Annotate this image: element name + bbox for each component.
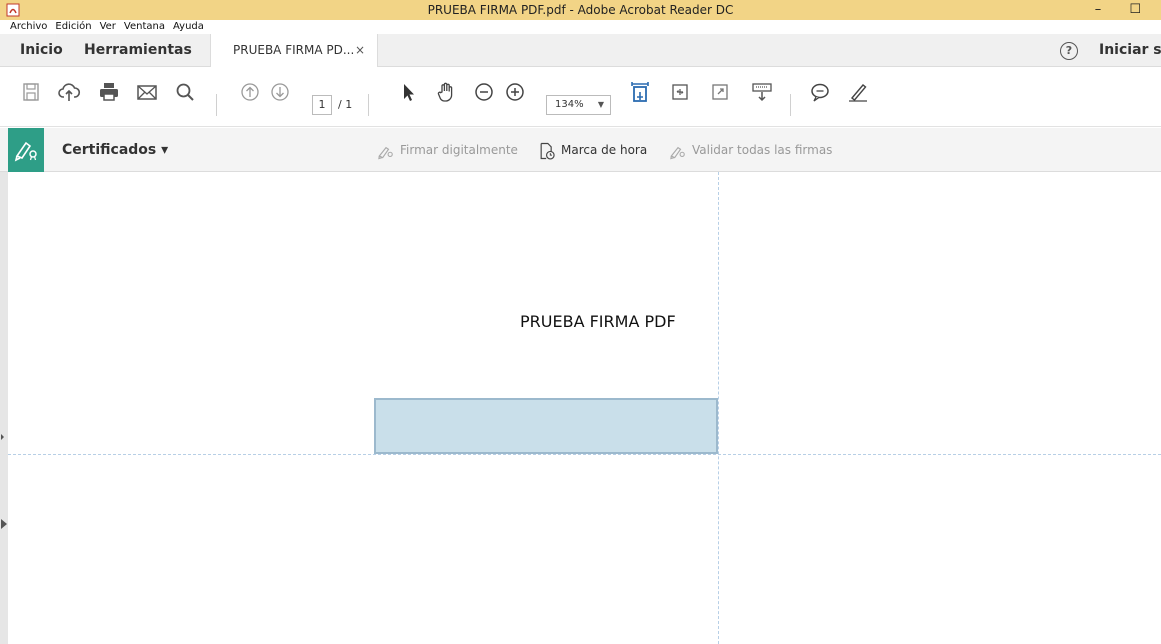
menu-ver[interactable]: Ver [100, 20, 116, 34]
validate-pen-icon [670, 146, 685, 159]
page-up-icon[interactable] [238, 80, 262, 104]
mail-icon[interactable] [135, 80, 159, 104]
rotate-view-icon[interactable] [668, 80, 692, 104]
select-cursor-icon[interactable] [396, 80, 420, 104]
full-screen-icon[interactable] [708, 80, 732, 104]
help-icon[interactable]: ? [1060, 42, 1078, 60]
certificate-pen-icon[interactable] [8, 128, 44, 172]
tab-bar: Inicio Herramientas PRUEBA FIRMA PD... ×… [0, 34, 1161, 68]
document-text: PRUEBA FIRMA PDF [520, 312, 676, 331]
zoom-select[interactable]: 134% ▼ [546, 95, 611, 115]
page-boundary-horizontal [8, 454, 1161, 455]
page-number-input[interactable]: 1 [312, 95, 332, 115]
window-title: PRUEBA FIRMA PDF.pdf - Adobe Acrobat Rea… [427, 3, 734, 17]
read-mode-icon[interactable] [750, 80, 774, 104]
expand-panel-icon[interactable] [1, 434, 4, 440]
tab-inicio[interactable]: Inicio [20, 34, 63, 67]
sign-digitally-label: Firmar digitalmente [400, 143, 518, 157]
tab-herramientas[interactable]: Herramientas [84, 34, 192, 67]
timestamp-button[interactable]: Marca de hora [537, 128, 647, 172]
sign-digitally-button[interactable]: Firmar digitalmente [376, 128, 518, 172]
menu-ayuda[interactable]: Ayuda [173, 20, 204, 34]
tab-document[interactable]: PRUEBA FIRMA PD... × [210, 34, 378, 68]
highlight-pen-icon[interactable] [846, 80, 870, 104]
certificates-menu[interactable]: Certificados ▾ [62, 128, 168, 172]
signin-button[interactable]: Iniciar se [1099, 34, 1161, 67]
page-down-icon[interactable] [268, 80, 292, 104]
page-boundary-vertical [718, 172, 719, 644]
left-panel-rail [0, 172, 8, 644]
zoom-in-icon[interactable] [503, 80, 527, 104]
menu-archivo[interactable]: Archivo [10, 20, 47, 34]
chevron-down-icon: ▼ [597, 100, 604, 109]
toolbar-separator [790, 94, 791, 116]
fit-page-icon[interactable] [628, 80, 652, 104]
window-controls[interactable]: – ☐ [1095, 0, 1153, 19]
signature-field[interactable] [374, 398, 718, 454]
comment-icon[interactable] [808, 80, 832, 104]
close-tab-icon[interactable]: × [355, 34, 365, 67]
tab-document-label: PRUEBA FIRMA PD... [233, 43, 355, 57]
toolbar-separator [216, 94, 217, 116]
page-total: / 1 [338, 98, 353, 111]
search-icon[interactable] [173, 80, 197, 104]
title-bar: PRUEBA FIRMA PDF.pdf - Adobe Acrobat Rea… [0, 0, 1161, 20]
menu-bar: Archivo Edición Ver Ventana Ayuda [0, 20, 1161, 34]
menu-edicion[interactable]: Edición [55, 20, 91, 34]
signature-pen-icon [378, 146, 393, 159]
certificates-toolbar: Certificados ▾ Firmar digitalmente Marca… [0, 128, 1161, 172]
save-icon[interactable] [19, 80, 43, 104]
print-icon[interactable] [97, 80, 121, 104]
menu-ventana[interactable]: Ventana [124, 20, 165, 34]
expand-tools-icon[interactable] [1, 519, 7, 529]
timestamp-icon [540, 142, 555, 159]
zoom-out-icon[interactable] [472, 80, 496, 104]
validate-signatures-label: Validar todas las firmas [692, 143, 833, 157]
validate-signatures-button[interactable]: Validar todas las firmas [668, 128, 832, 172]
zoom-value: 134% [555, 99, 584, 110]
toolbar-separator [368, 94, 369, 116]
timestamp-label: Marca de hora [561, 143, 648, 157]
hand-tool-icon[interactable] [434, 80, 458, 104]
main-toolbar: 1 / 1 134% ▼ [0, 67, 1161, 127]
cloud-upload-icon[interactable] [57, 80, 81, 104]
